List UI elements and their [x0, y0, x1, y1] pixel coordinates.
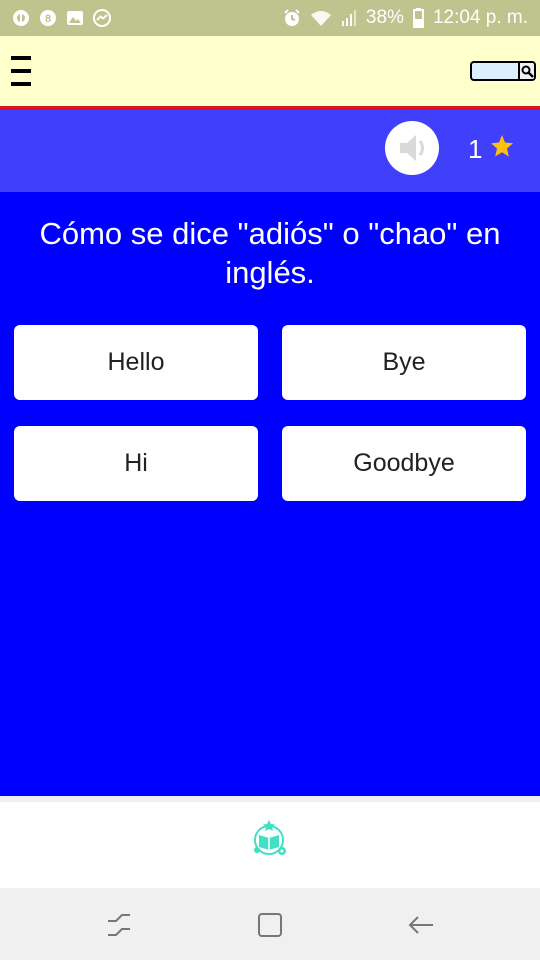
quiz-area: Cómo se dice "adiós" o "chao" en inglés.… [0, 192, 540, 796]
notification-8-icon: 8 [39, 9, 57, 27]
screen: 8 38% 12:04 p. m. 1 Cómo se dice "adiós"… [0, 0, 540, 960]
system-nav-bar [0, 888, 540, 960]
speaker-icon[interactable] [385, 121, 439, 175]
answer-button[interactable]: Hello [14, 325, 258, 400]
home-icon[interactable] [255, 910, 285, 940]
status-bar: 8 38% 12:04 p. m. [0, 0, 540, 36]
status-bar-left: 8 [12, 9, 111, 27]
signal-icon [341, 9, 357, 27]
top-app-bar [0, 36, 540, 106]
app-logo-icon[interactable] [248, 818, 290, 858]
wifi-icon [310, 9, 332, 27]
battery-percent: 38% [365, 7, 404, 28]
status-bar-right: 38% 12:04 p. m. [283, 7, 528, 29]
recent-apps-icon[interactable] [104, 910, 134, 940]
search-icon[interactable] [518, 63, 534, 79]
quiz-header: 1 [0, 110, 540, 192]
svg-text:8: 8 [45, 13, 51, 25]
score-value: 1 [468, 134, 483, 164]
battery-icon [412, 8, 424, 28]
vpn-icon [12, 9, 30, 27]
bottom-bar [0, 796, 540, 888]
clock: 12:04 p. m. [432, 7, 528, 28]
answer-button[interactable]: Bye [282, 325, 526, 400]
answer-button[interactable]: Goodbye [282, 426, 526, 501]
score: 1 [468, 134, 514, 165]
star-icon [490, 134, 514, 165]
messenger-icon [93, 9, 111, 27]
alarm-icon [283, 9, 301, 27]
image-icon [66, 9, 84, 27]
question-text: Cómo se dice "adiós" o "chao" en inglés. [39, 216, 501, 290]
search-box [470, 61, 536, 81]
menu-icon[interactable] [8, 56, 34, 86]
search-input[interactable] [472, 63, 518, 79]
back-icon[interactable] [406, 910, 436, 940]
answer-button[interactable]: Hi [14, 426, 258, 501]
